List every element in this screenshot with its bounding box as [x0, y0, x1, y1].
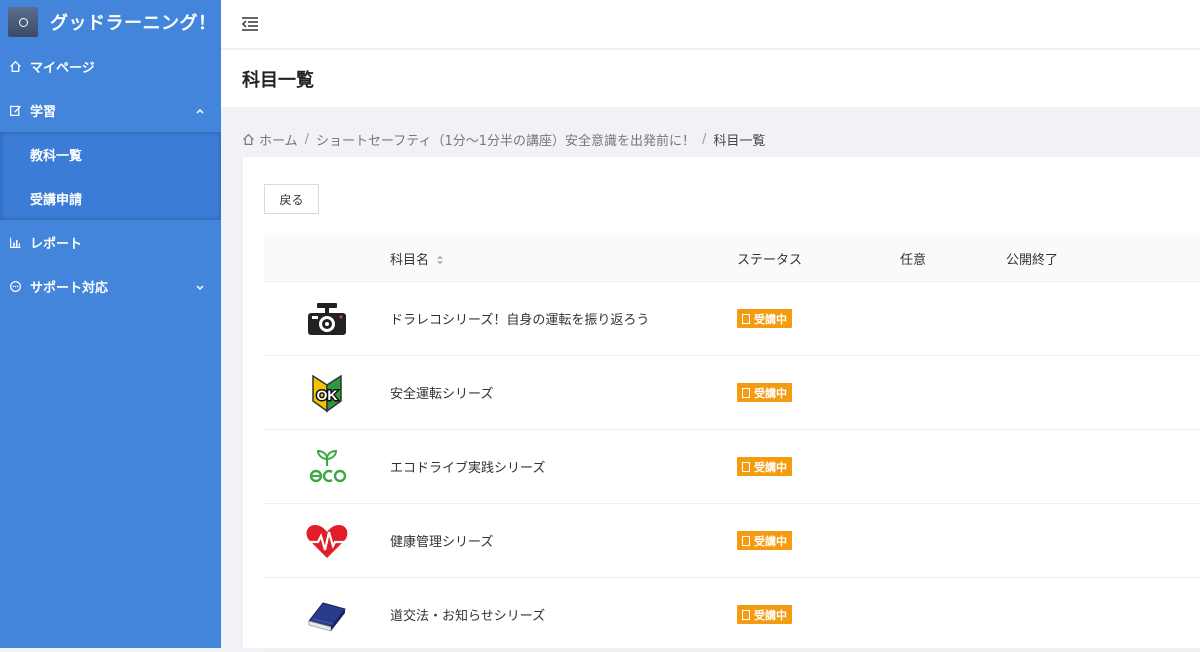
home-icon — [8, 59, 22, 73]
header-end: 公開終了 — [1006, 252, 1059, 268]
chevron-up-icon — [195, 105, 205, 115]
subject-name[interactable]: ドラレコシリーズ！自身の運転を振り返ろう — [390, 309, 737, 328]
status-label: 受講中 — [754, 460, 787, 474]
document-icon — [742, 535, 750, 546]
brand[interactable]: グッドラーニング！ — [0, 0, 221, 44]
subjects-table: 科目名 ステータス 任意 公開終了 ドラレコシリーズ！自身の運転を振り返ろう 受… — [264, 235, 1200, 652]
sidebar-item-label: 学習 — [30, 104, 57, 120]
sidebar-item-apply[interactable]: 受講申請 — [0, 176, 221, 220]
header-optional: 任意 — [900, 252, 927, 268]
study-submenu: 教科一覧 受講申請 — [0, 132, 221, 220]
status-badge: 受講中 — [737, 457, 792, 476]
sidebar-item-label: 受講申請 — [30, 192, 83, 208]
status-label: 受講中 — [754, 312, 787, 326]
book-icon — [264, 597, 390, 633]
edit-icon — [8, 103, 22, 117]
table-header: 科目名 ステータス 任意 公開終了 — [264, 235, 1200, 282]
table-row[interactable]: ドラレコシリーズ！自身の運転を振り返ろう 受講中 — [264, 282, 1200, 356]
status-badge: 受講中 — [737, 531, 792, 550]
home-icon — [242, 133, 255, 146]
status-badge: 受講中 — [737, 309, 792, 328]
app-title: グッドラーニング！ — [50, 13, 217, 34]
top-bar — [221, 0, 1200, 48]
document-icon — [742, 609, 750, 620]
breadcrumb-course-link[interactable]: ショートセーフティ（1分〜1分半の講座）安全意識を出発前に！ — [316, 130, 695, 149]
sidebar-item-subjects[interactable]: 教科一覧 — [0, 132, 221, 176]
beginner-ok-icon: OK — [264, 373, 390, 413]
status-badge: 受講中 — [737, 605, 792, 624]
sidebar-item-support[interactable]: サポート対応 — [0, 264, 221, 308]
svg-text:OK: OK — [317, 387, 338, 403]
sidebar: グッドラーニング！ マイページ 学習 教科一覧 受講申請 レポート サポート対応 — [0, 0, 221, 648]
table-row[interactable]: エコドライブ実践シリーズ 受講中 — [264, 430, 1200, 504]
sidebar-item-label: レポート — [30, 236, 83, 252]
breadcrumb-separator: / — [304, 132, 310, 147]
breadcrumb-separator: / — [702, 132, 707, 147]
document-icon — [742, 387, 750, 398]
chat-icon — [8, 279, 22, 293]
subject-name[interactable]: 健康管理シリーズ — [390, 531, 737, 550]
breadcrumb-home-link[interactable]: ホーム — [259, 130, 298, 149]
sidebar-item-label: マイページ — [30, 60, 95, 76]
header-name-label: 科目名 — [390, 252, 430, 268]
menu-collapse-icon[interactable] — [241, 16, 259, 32]
sidebar-item-label: 教科一覧 — [30, 148, 83, 164]
eco-icon — [264, 449, 390, 485]
subject-name[interactable]: 安全運転シリーズ — [390, 383, 737, 402]
sidebar-item-mypage[interactable]: マイページ — [0, 44, 221, 88]
app-logo — [8, 7, 38, 37]
table-row[interactable]: 道交法・お知らせシリーズ 受講中 — [264, 578, 1200, 652]
bar-chart-icon — [8, 235, 22, 249]
status-label: 受講中 — [754, 386, 787, 400]
document-icon — [742, 313, 750, 324]
page-title-bar: 科目一覧 — [221, 50, 1200, 107]
sidebar-item-label: サポート対応 — [30, 280, 109, 296]
back-button[interactable]: 戻る — [264, 184, 319, 214]
sidebar-item-report[interactable]: レポート — [0, 220, 221, 264]
header-status: ステータス — [737, 252, 803, 268]
table-row[interactable]: 健康管理シリーズ 受講中 — [264, 504, 1200, 578]
document-icon — [742, 461, 750, 472]
sidebar-item-study[interactable]: 学習 — [0, 88, 221, 132]
status-badge: 受講中 — [737, 383, 792, 402]
page-title: 科目一覧 — [242, 69, 314, 91]
content-card: 戻る 科目名 ステータス 任意 公開終了 ドラレコシリーズ！自身の運転を振り返ろ… — [243, 157, 1200, 652]
dashcam-icon — [264, 301, 390, 337]
heart-pulse-icon — [264, 522, 390, 560]
subject-name[interactable]: エコドライブ実践シリーズ — [390, 457, 737, 476]
sort-icon[interactable] — [437, 255, 445, 265]
table-row[interactable]: OK 安全運転シリーズ 受講中 — [264, 356, 1200, 430]
header-name[interactable]: 科目名 — [390, 249, 737, 268]
breadcrumb: ホーム / ショートセーフティ（1分〜1分半の講座）安全意識を出発前に！ / 科… — [242, 130, 765, 149]
status-label: 受講中 — [754, 534, 787, 548]
breadcrumb-current: 科目一覧 — [713, 134, 766, 149]
subject-name[interactable]: 道交法・お知らせシリーズ — [390, 605, 737, 624]
chevron-down-icon — [195, 281, 205, 291]
status-label: 受講中 — [754, 608, 787, 622]
